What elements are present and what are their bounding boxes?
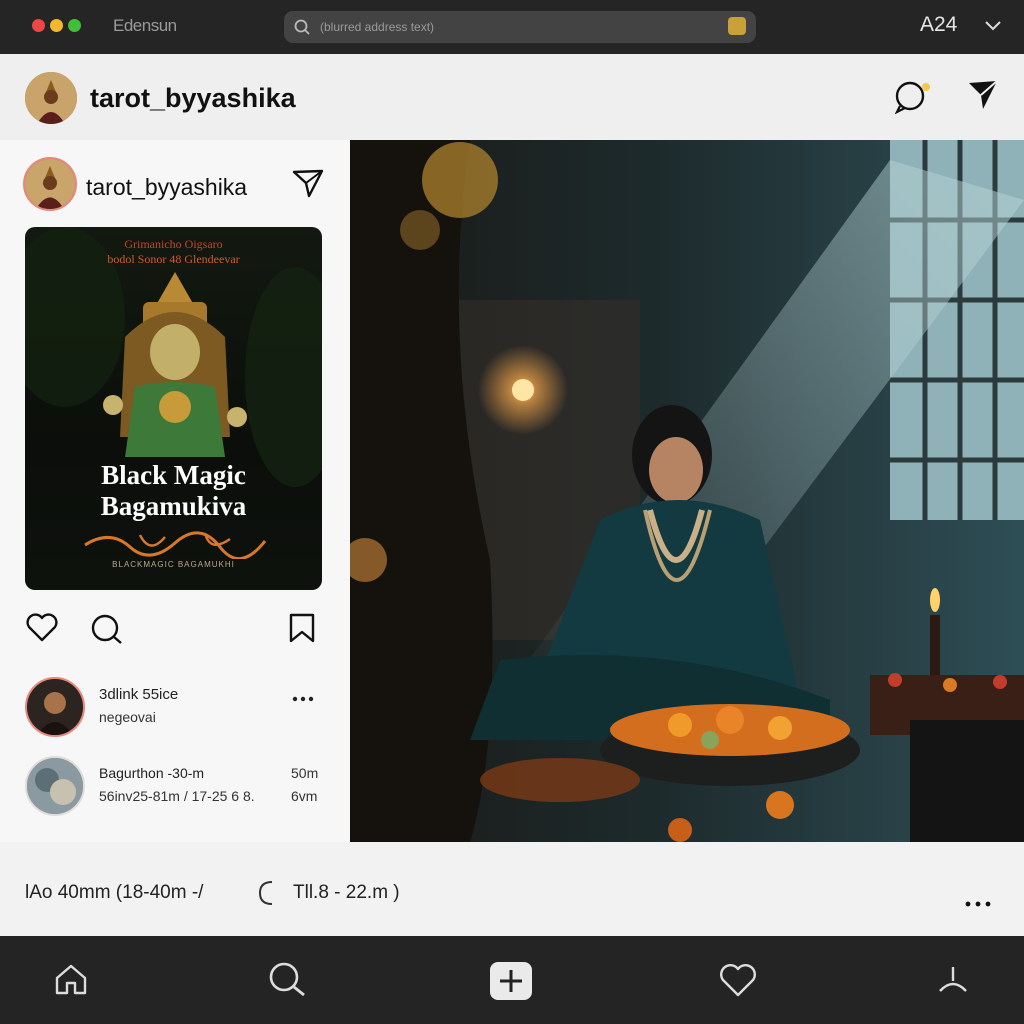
add-post-button[interactable]: [490, 962, 532, 1000]
bracket-icon: [258, 881, 273, 905]
address-bar[interactable]: (blurred address text): [284, 11, 756, 43]
profile-nav-icon[interactable]: [936, 963, 970, 995]
comment-avatar-2[interactable]: [25, 756, 85, 816]
comment-2-line-1: Bagurthon -30-m: [99, 765, 205, 781]
header-avatar[interactable]: [25, 72, 77, 124]
poster-top-line-2: bodol Sonor 48 Glendeevar: [107, 252, 240, 266]
chevron-down-icon[interactable]: [984, 20, 1002, 32]
extension-icon[interactable]: [728, 17, 746, 35]
post-footer: lAo 40mm (18-40m -/ Tll.8 - 22.m ): [0, 842, 1024, 936]
poster-title-line-1: Black Magic: [101, 460, 246, 490]
poster-image[interactable]: Grimanicho Oigsaro bodol Sonor 48 Glende…: [25, 227, 322, 590]
ritual-scene-image: [350, 140, 1024, 842]
comment-avatar-1[interactable]: [25, 677, 85, 737]
poster-footer-text: BLACKMAGIC BAGAMUKHI: [112, 560, 235, 569]
address-text: (blurred address text): [320, 20, 435, 34]
poster-top-line-1: Grimanicho Oigsaro: [124, 237, 223, 251]
bottom-nav: [0, 936, 1024, 1024]
more-options-icon[interactable]: [291, 695, 315, 703]
heart-nav-icon[interactable]: [718, 962, 758, 998]
app-window: tarot_byyashika tarot_byyashika Grimanic…: [0, 54, 1024, 936]
footer-right-text: Tll.8 - 22.m ): [293, 882, 400, 903]
header-username[interactable]: tarot_byyashika: [90, 83, 296, 114]
home-icon[interactable]: [54, 963, 88, 995]
minimize-window-button[interactable]: [50, 19, 63, 32]
browser-brand: Edensun: [113, 16, 177, 35]
comment-1-line-1: 3dlink 55ice: [99, 686, 179, 703]
search-icon: [294, 19, 310, 35]
poster-title-line-2: Bagamukiva: [100, 491, 247, 521]
comment-2-time-2: 6vm: [291, 788, 318, 804]
main-post-photo[interactable]: [350, 140, 1024, 842]
add-post-icon: [500, 970, 522, 992]
profile-label[interactable]: A24: [920, 13, 957, 37]
comment-icon[interactable]: [89, 612, 125, 646]
maximize-window-button[interactable]: [68, 19, 81, 32]
messages-icon[interactable]: [892, 80, 932, 114]
poster-ornament: [84, 531, 267, 559]
profile-header: tarot_byyashika: [0, 54, 1024, 140]
post-card: tarot_byyashika Grimanicho Oigsaro bodol…: [0, 140, 350, 842]
share-icon[interactable]: [291, 168, 325, 198]
footer-more-icon[interactable]: [964, 900, 992, 908]
like-heart-icon[interactable]: [25, 612, 59, 644]
comment-2-line-2: 56inv25-81m / 17-25 6 8.: [99, 788, 255, 804]
comment-1-line-2: negeovai: [99, 709, 156, 725]
search-nav-icon[interactable]: [268, 961, 308, 997]
browser-top-bar: Edensun (blurred address text) A24: [0, 0, 1024, 54]
close-window-button[interactable]: [32, 19, 45, 32]
send-icon[interactable]: [966, 78, 1000, 112]
footer-left-text: lAo 40mm (18-40m -/: [25, 882, 204, 903]
comment-2-time-1: 50m: [291, 765, 319, 781]
card-username[interactable]: tarot_byyashika: [86, 174, 247, 201]
bookmark-icon[interactable]: [288, 612, 316, 644]
card-avatar[interactable]: [23, 157, 77, 211]
